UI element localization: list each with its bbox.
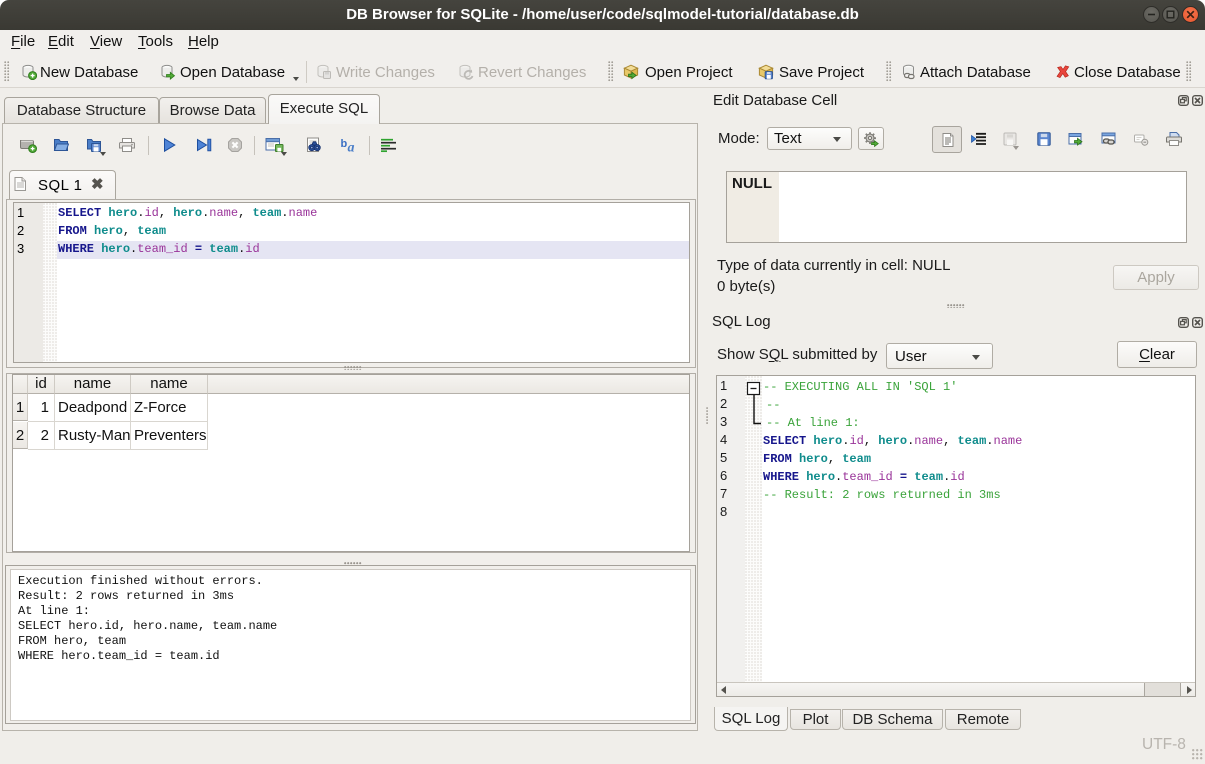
svg-text:b: b bbox=[341, 138, 348, 150]
svg-text:a: a bbox=[348, 141, 355, 154]
